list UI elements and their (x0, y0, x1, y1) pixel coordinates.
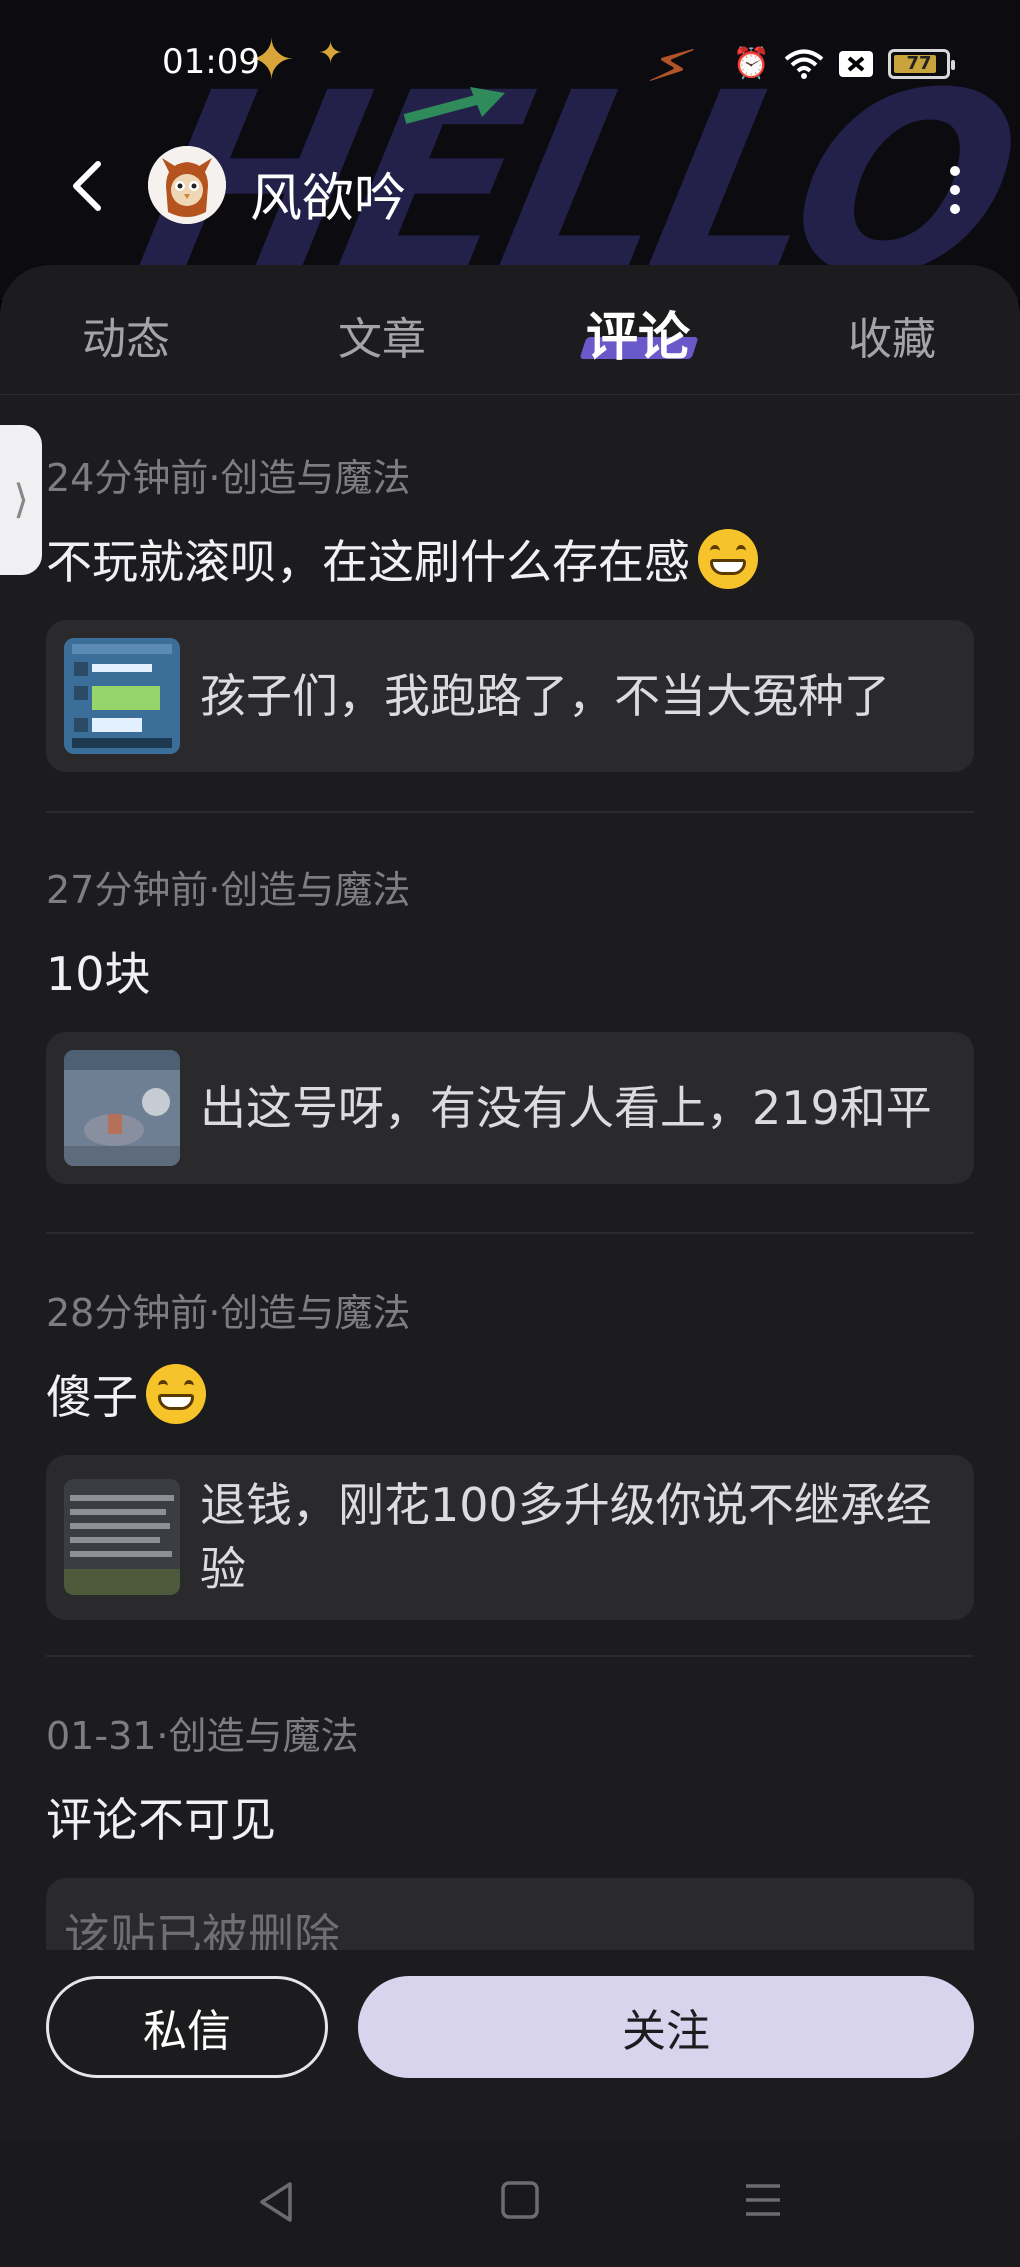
grinning-face-icon (698, 529, 758, 589)
comment-meta: 01-31·创造与魔法 (46, 1714, 359, 1758)
wifi-icon (784, 49, 824, 79)
comment-item[interactable]: 24分钟前·创造与魔法 不玩就滚呗，在这刷什么存在感 孩子们，我跑路了，不当大冤… (46, 447, 974, 772)
system-nav-bar (0, 2142, 1020, 2267)
top-nav: 风欲吟 (0, 140, 1020, 240)
post-title: 孩子们，我跑路了，不当大冤种了 (200, 668, 890, 723)
comment-text: 评论不可见 (46, 1793, 276, 1847)
comment-text: 不玩就滚呗，在这刷什么存在感 (46, 526, 974, 592)
tab-articles[interactable]: 文章 (338, 303, 426, 367)
comment-meta: 28分钟前·创造与魔法 (46, 1291, 411, 1335)
tab-bar: 动态 文章 评论 收藏 (0, 265, 1020, 395)
post-title: 出这号呀，有没有人看上，219和平 (200, 1080, 932, 1135)
side-drawer-handle[interactable]: ⟩ (0, 425, 42, 575)
comment-text-content: 不玩就滚呗，在这刷什么存在感 (46, 535, 690, 589)
divider (46, 1655, 974, 1657)
comment-item[interactable]: 01-31·创造与魔法 评论不可见 该贴已被删除 (46, 1705, 974, 1988)
comment-meta: 27分钟前·创造与魔法 (46, 868, 411, 912)
post-thumbnail (64, 1050, 180, 1166)
message-button[interactable]: 私信 (46, 1976, 328, 2078)
nav-home-icon[interactable] (500, 2180, 540, 2220)
divider (46, 1232, 974, 1234)
comment-text: 10块 (46, 947, 151, 1001)
post-title: 退钱，刚花100多升级你说不继承经验 (200, 1478, 932, 1597)
status-time: 01:09 (162, 42, 260, 82)
profile-header: HELLO ✦ ✦ ⚡ 01:09 ⏰ 77 风欲吟 (0, 0, 1020, 300)
tab-favorites[interactable]: 收藏 (848, 303, 936, 367)
comment-text: 傻子 (46, 1361, 974, 1427)
no-sim-icon (839, 50, 873, 77)
battery-icon: 77 (888, 48, 955, 79)
comment-item[interactable]: 27分钟前·创造与魔法 10块 出这号呀，有没有人看上，219和平 (46, 859, 974, 1184)
divider (46, 811, 974, 813)
comment-text-content: 傻子 (46, 1370, 138, 1424)
comment-meta: 24分钟前·创造与魔法 (46, 456, 411, 500)
status-bar: 01:09 ⏰ 77 (0, 40, 1020, 90)
more-options-icon[interactable] (930, 160, 980, 220)
content-panel: 动态 文章 评论 收藏 24分钟前·创造与魔法 不玩就滚呗，在这刷什么存在感 孩… (0, 265, 1020, 2145)
post-thumbnail (64, 638, 180, 754)
username[interactable]: 风欲吟 (250, 156, 406, 231)
tab-comments[interactable]: 评论 (586, 295, 690, 370)
battery-level: 77 (906, 53, 932, 74)
post-thumbnail (64, 1479, 180, 1596)
back-arrow-icon[interactable] (60, 156, 120, 216)
tab-posts[interactable]: 动态 (82, 303, 170, 367)
referenced-post-card[interactable]: 出这号呀，有没有人看上，219和平 (46, 1032, 974, 1184)
avatar[interactable] (148, 146, 226, 224)
action-bar: 私信 关注 (0, 1950, 1020, 2140)
referenced-post-card[interactable]: 退钱，刚花100多升级你说不继承经验 (46, 1455, 974, 1620)
nav-back-icon[interactable] (256, 2180, 296, 2224)
nav-menu-icon[interactable] (743, 2180, 783, 2220)
comment-item[interactable]: 28分钟前·创造与魔法 傻子 退钱，刚花100多升级你说不继承经验 (46, 1282, 974, 1620)
arrow-decoration-icon (403, 87, 505, 124)
alarm-icon: ⏰ (732, 46, 770, 81)
referenced-post-card[interactable]: 孩子们，我跑路了，不当大冤种了 (46, 620, 974, 772)
grinning-face-icon (146, 1364, 206, 1424)
follow-button[interactable]: 关注 (358, 1976, 974, 2078)
